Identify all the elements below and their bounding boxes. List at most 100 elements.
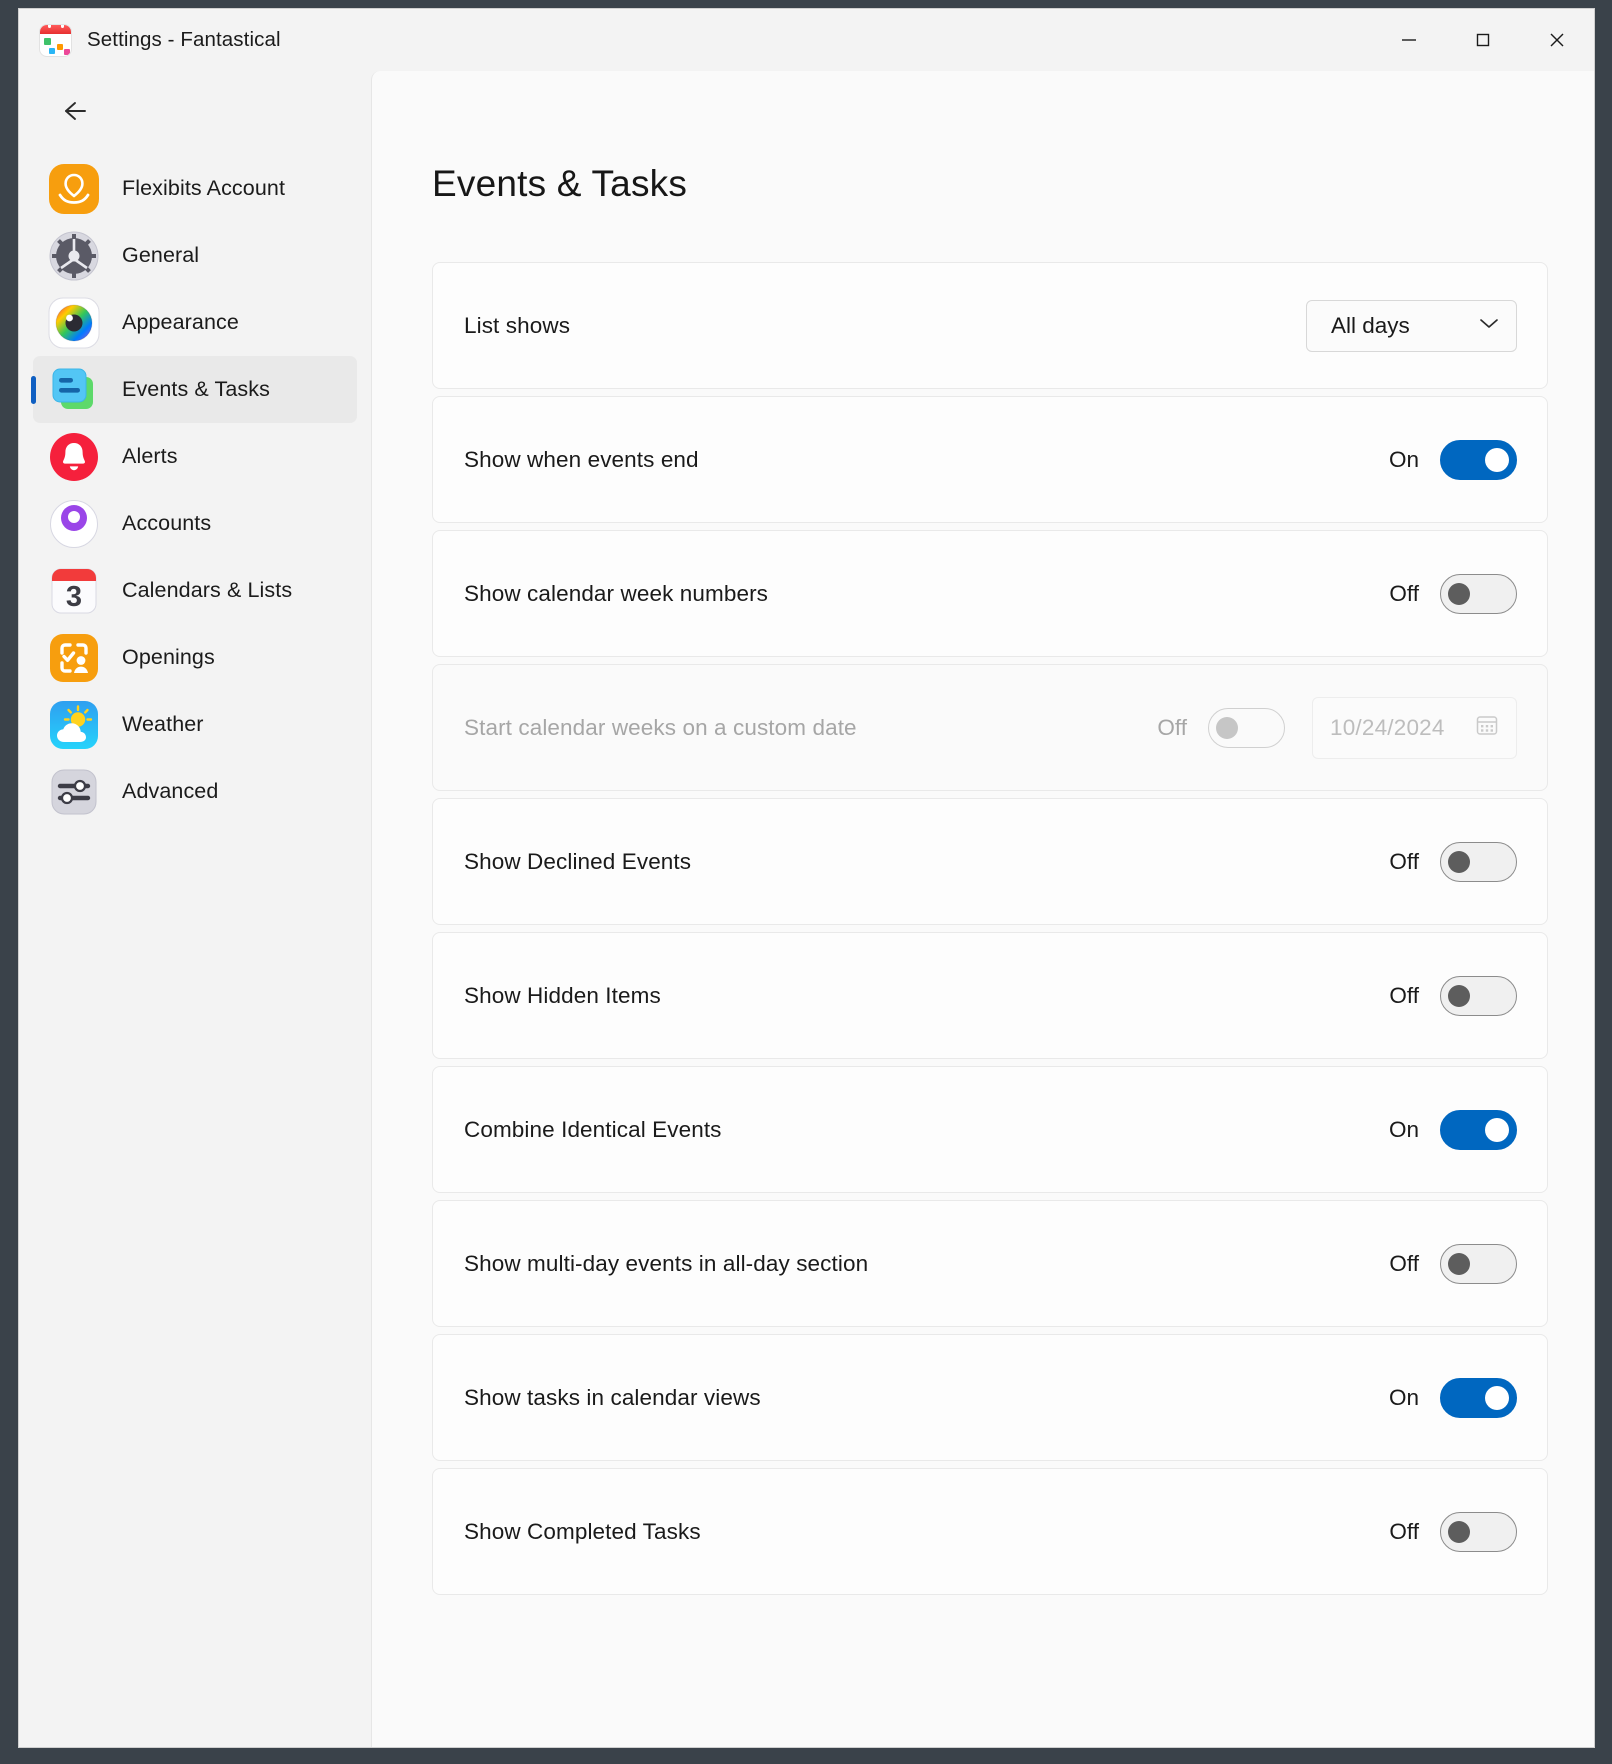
sidebar-item-alerts[interactable]: Alerts (33, 423, 357, 490)
sidebar-item-advanced[interactable]: Advanced (33, 758, 357, 825)
calendar-picker-icon[interactable] (1474, 712, 1500, 743)
sidebar-item-appearance[interactable]: Appearance (33, 289, 357, 356)
custom-date-field[interactable]: 10/24/2024 (1312, 696, 1517, 759)
list-shows-dropdown[interactable]: All days (1306, 299, 1517, 352)
settings-window: Settings - Fantastical Flexibits Account… (18, 8, 1595, 1748)
setting-row-show-when-events-end: Show when events end On (432, 396, 1548, 523)
sidebar-nav: Flexibits Account General Appearance Eve… (19, 145, 371, 825)
setting-control: Off 10/24/2024 (1149, 696, 1517, 759)
sidebar-item-accounts[interactable]: Accounts (33, 490, 357, 557)
person-circle-icon (47, 497, 101, 551)
show-calendar-week-numbers-toggle[interactable] (1440, 573, 1517, 614)
toggle-state-label: Off (1389, 1250, 1419, 1276)
setting-control: All days (1306, 299, 1517, 352)
setting-control: Off (1381, 975, 1517, 1016)
sidebar-item-label: Appearance (122, 310, 239, 334)
date-value: 10/24/2024 (1330, 714, 1445, 740)
fantastical-calendar-icon (39, 23, 72, 57)
sliders-icon (47, 765, 101, 819)
setting-label: Start calendar weeks on a custom date (464, 714, 857, 740)
setting-label: Show when events end (464, 446, 699, 472)
toggle-state-label: Off (1389, 848, 1419, 874)
setting-control: On (1381, 439, 1517, 480)
calendar-3-icon: 3 (47, 564, 101, 618)
show-tasks-in-calendar-views-toggle[interactable] (1440, 1377, 1517, 1418)
gear-icon (47, 229, 101, 283)
color-wheel-icon (47, 296, 101, 350)
sidebar-item-label: Flexibits Account (122, 176, 286, 200)
setting-control: On (1381, 1109, 1517, 1150)
close-icon[interactable] (1520, 9, 1594, 71)
sidebar-item-label: Advanced (122, 779, 219, 803)
setting-row-show-completed-tasks: Show Completed Tasks Off (432, 1468, 1548, 1595)
setting-control: Off (1381, 841, 1517, 882)
setting-label: Show Declined Events (464, 848, 692, 874)
show-completed-tasks-toggle[interactable] (1440, 1511, 1517, 1552)
flexibits-account-icon (47, 162, 101, 216)
weather-sun-cloud-icon (47, 698, 101, 752)
toggle-state-label: Off (1389, 982, 1419, 1008)
toggle-state-label: Off (1157, 714, 1187, 740)
sidebar-item-calendars-lists[interactable]: 3 Calendars & Lists (33, 557, 357, 624)
sidebar-item-label: Events & Tasks (122, 377, 270, 401)
toggle-state-label: On (1388, 1384, 1419, 1410)
setting-row-show-multiday-events: Show multi-day events in all-day section… (432, 1200, 1548, 1327)
setting-control: Off (1381, 1243, 1517, 1284)
page-title: Events & Tasks (432, 163, 688, 204)
window-controls (1372, 9, 1594, 71)
settings-sidebar: Flexibits Account General Appearance Eve… (19, 71, 371, 1747)
setting-control: On (1381, 1377, 1517, 1418)
setting-label: Show tasks in calendar views (464, 1384, 761, 1410)
sidebar-item-flexibits-account[interactable]: Flexibits Account (33, 155, 357, 222)
settings-content: Events & Tasks List shows All days Show … (371, 71, 1594, 1747)
setting-label: Show Completed Tasks (464, 1518, 701, 1544)
show-multiday-events-toggle[interactable] (1440, 1243, 1517, 1284)
setting-row-show-hidden-items: Show Hidden Items Off (432, 932, 1548, 1059)
title-bar-left: Settings - Fantastical (19, 23, 281, 57)
setting-label: List shows (464, 312, 571, 338)
toggle-state-label: Off (1389, 1518, 1419, 1544)
bell-icon (47, 430, 101, 484)
sidebar-item-general[interactable]: General (33, 222, 357, 289)
sidebar-item-weather[interactable]: Weather (33, 691, 357, 758)
setting-row-show-tasks-in-calendar-views: Show tasks in calendar views On (432, 1334, 1548, 1461)
settings-list: List shows All days Show when events end (432, 262, 1548, 1595)
toggle-state-label: On (1388, 446, 1419, 472)
window-title: Settings - Fantastical (87, 28, 281, 51)
dropdown-value: All days (1331, 312, 1410, 338)
back-row (19, 77, 371, 145)
sidebar-item-label: Alerts (122, 444, 178, 468)
show-when-events-end-toggle[interactable] (1440, 439, 1517, 480)
sidebar-item-events-tasks[interactable]: Events & Tasks (33, 356, 357, 423)
setting-control: Off (1381, 1511, 1517, 1552)
sidebar-item-openings[interactable]: Openings (33, 624, 357, 691)
setting-label: Combine Identical Events (464, 1116, 722, 1142)
setting-label: Show calendar week numbers (464, 580, 769, 606)
events-tasks-icon (47, 363, 101, 417)
svg-text:3: 3 (66, 581, 82, 613)
sidebar-item-label: Openings (122, 645, 215, 669)
chevron-down-icon (1478, 316, 1500, 335)
setting-control: Off (1381, 573, 1517, 614)
setting-row-show-declined-events: Show Declined Events Off (432, 798, 1548, 925)
toggle-state-label: On (1388, 1116, 1419, 1142)
show-declined-events-toggle[interactable] (1440, 841, 1517, 882)
combine-identical-events-toggle[interactable] (1440, 1109, 1517, 1150)
setting-row-combine-identical-events: Combine Identical Events On (432, 1066, 1548, 1193)
start-calendar-weeks-toggle[interactable] (1208, 707, 1285, 748)
maximize-icon[interactable] (1446, 9, 1520, 71)
toggle-state-label: Off (1389, 580, 1419, 606)
setting-row-show-calendar-week-numbers: Show calendar week numbers Off (432, 530, 1548, 657)
window-body: Flexibits Account General Appearance Eve… (19, 71, 1594, 1747)
back-arrow-icon[interactable] (55, 89, 101, 133)
sidebar-item-label: Calendars & Lists (122, 578, 293, 602)
sidebar-item-label: Weather (122, 712, 204, 736)
sidebar-item-label: General (122, 243, 200, 267)
setting-label: Show multi-day events in all-day section (464, 1250, 869, 1276)
title-bar: Settings - Fantastical (19, 9, 1594, 71)
minimize-icon[interactable] (1372, 9, 1446, 71)
show-hidden-items-toggle[interactable] (1440, 975, 1517, 1016)
setting-row-start-calendar-weeks-custom-date: Start calendar weeks on a custom date Of… (432, 664, 1548, 791)
sidebar-item-label: Accounts (122, 511, 212, 535)
setting-row-list-shows: List shows All days (432, 262, 1548, 389)
